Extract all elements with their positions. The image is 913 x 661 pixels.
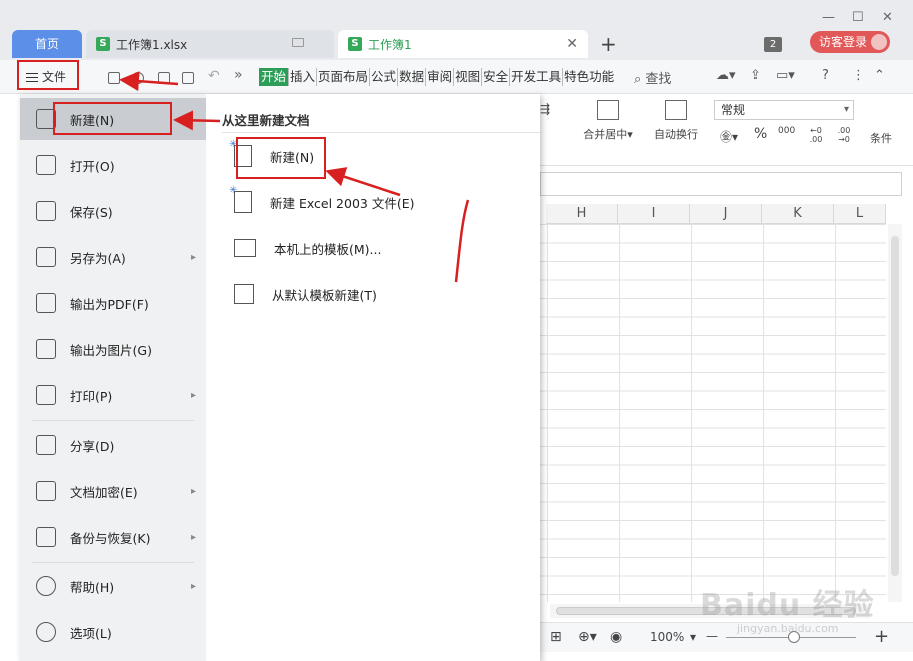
arrow-to-submenu-new bbox=[325, 167, 401, 197]
annotation-arrows bbox=[119, 71, 470, 283]
watermark-logo: Baidu 经验 bbox=[700, 588, 875, 623]
arrow-to-new bbox=[173, 110, 221, 131]
watermark-url: jingyan.baidu.com bbox=[737, 622, 839, 635]
arrow-to-file bbox=[119, 71, 179, 92]
handwritten-mark bbox=[454, 199, 470, 283]
